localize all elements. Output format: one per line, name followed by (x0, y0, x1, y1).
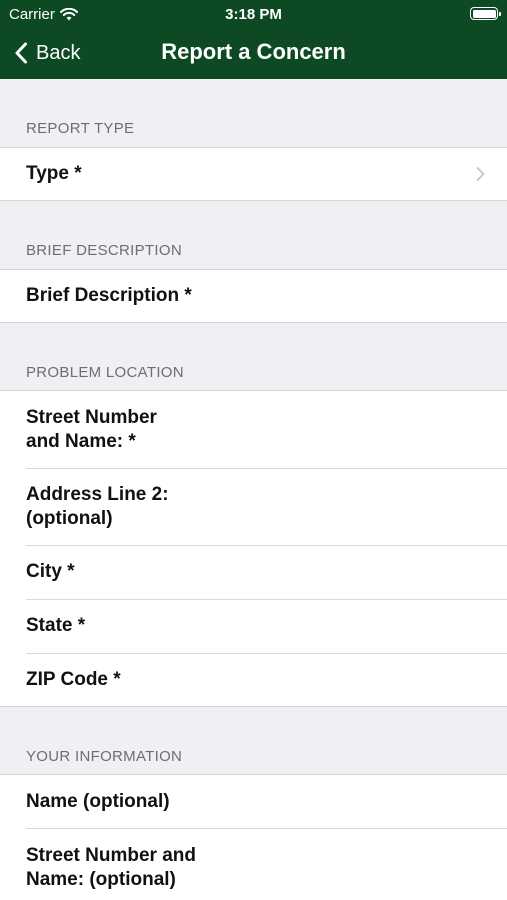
row-brief-description[interactable]: Brief Description * (0, 270, 507, 322)
row-label: Brief Description * (26, 285, 192, 306)
battery-fill (472, 9, 496, 18)
status-time: 3:18 PM (225, 6, 282, 23)
group-report-type: Type * (0, 147, 507, 201)
row-label: Address Line 2: (optional) (26, 483, 169, 529)
row-label: State * (26, 615, 86, 636)
row-label: Street Number and Name: (optional) (26, 845, 196, 890)
row-label: Type * (26, 163, 82, 184)
row-zip-code[interactable]: ZIP Code * (0, 653, 507, 706)
status-bar: Carrier 3:18 PM (0, 0, 507, 28)
row-label: Name (optional) (26, 790, 170, 812)
page-title: Report a Concern (161, 39, 346, 64)
group-problem-location: Street Number and Name: * Address Line 2… (0, 390, 507, 707)
battery-icon (470, 7, 501, 20)
row-state[interactable]: State * (0, 599, 507, 653)
row-street-number-and-name[interactable]: Street Number and Name: * (0, 391, 507, 468)
group-brief-description: Brief Description * (0, 269, 507, 323)
row-name[interactable]: Name (optional) (0, 775, 507, 828)
row-label: ZIP Code * (26, 668, 121, 690)
section-header-report-type: REPORT TYPE (26, 120, 135, 137)
row-city[interactable]: City * (0, 545, 507, 599)
row-your-street-number-and-name[interactable]: Street Number and Name: (optional) (0, 828, 507, 900)
section-header-brief-description: BRIEF DESCRIPTION (26, 242, 182, 259)
row-type[interactable]: Type * (0, 148, 507, 200)
navigation-bar: Back Report a Concern (0, 28, 507, 79)
chevron-right-icon (476, 167, 485, 181)
group-your-information: Name (optional) Street Number and Name: … (0, 774, 507, 900)
section-header-your-information: YOUR INFORMATION (26, 748, 183, 765)
section-header-problem-location: PROBLEM LOCATION (26, 364, 184, 381)
row-label: City * (26, 561, 75, 582)
row-label: Street Number and Name: * (26, 406, 157, 452)
battery-nub (499, 11, 501, 16)
row-address-line-2[interactable]: Address Line 2: (optional) (0, 468, 507, 545)
